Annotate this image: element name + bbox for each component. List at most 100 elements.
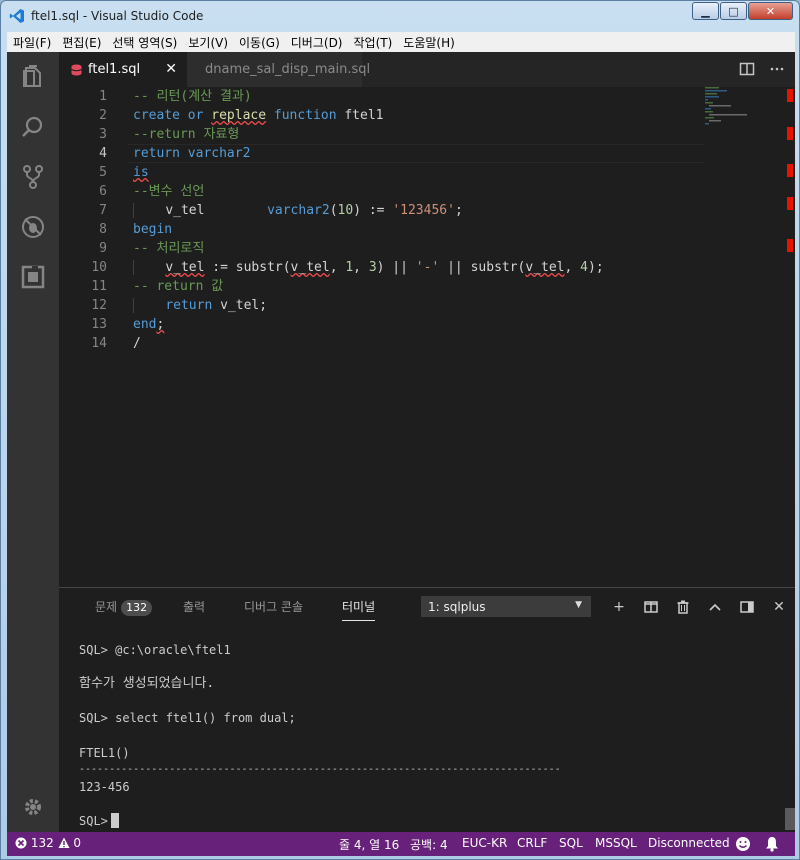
kill-terminal-trash-icon[interactable]	[667, 597, 699, 617]
more-actions-icon[interactable]	[769, 61, 785, 77]
new-terminal-icon[interactable]: +	[603, 597, 635, 617]
overview-ruler	[787, 89, 793, 252]
terminal-prompt: SQL>	[79, 814, 108, 828]
menu-bar: 파일(F) 편집(E) 선택 영역(S) 보기(V) 이동(G) 디버그(D) …	[7, 32, 795, 52]
tab-terminal[interactable]: 터미널	[342, 598, 376, 621]
problems-status[interactable]: 132 0	[15, 836, 81, 850]
encoding-status[interactable]: EUC-KR	[462, 836, 507, 850]
notifications-bell-icon[interactable]	[765, 836, 779, 852]
code-token: is	[133, 165, 149, 180]
close-panel-icon[interactable]: ✕	[763, 597, 795, 617]
window-title: ftel1.sql - Visual Studio Code	[31, 9, 204, 23]
line-number: 4	[99, 146, 107, 161]
indentation-status[interactable]: 공백: 4	[410, 836, 448, 853]
terminal-scrollbar[interactable]	[785, 808, 795, 830]
code-editor[interactable]: 1 -- 리턴(계산 결과) 2 create or replace functio…	[59, 87, 795, 587]
code-token: 10	[337, 203, 354, 218]
code-line: 12 return v_tel;	[59, 296, 709, 315]
debug-icon[interactable]	[20, 214, 46, 240]
menu-debug[interactable]: 디버그(D)	[291, 34, 343, 51]
maximize-panel-chevron-up-icon[interactable]	[699, 597, 731, 617]
terminal-prompt-line: SQL>	[79, 813, 119, 829]
feedback-smiley-icon[interactable]	[735, 836, 751, 852]
code-token: ,	[564, 260, 581, 275]
terminal-line: ----------------------------------------…	[79, 764, 561, 775]
activity-bar	[7, 52, 59, 832]
source-control-icon[interactable]	[20, 164, 46, 190]
warning-icon	[58, 837, 70, 848]
code-token: end	[133, 317, 157, 332]
line-number: 11	[91, 279, 107, 294]
code-line: 10 v_tel := substr(v_tel, 1, 3) || '-' |…	[59, 258, 709, 277]
menu-go[interactable]: 이동(G)	[239, 34, 280, 51]
code-token: or	[187, 108, 204, 123]
code-token: v_tel	[525, 260, 565, 275]
eol-status[interactable]: CRLF	[517, 836, 547, 850]
workbench: ftel1.sql ✕ dname_sal_disp_main.sql 1 -- …	[7, 52, 795, 856]
maximize-button[interactable]: □	[720, 2, 747, 20]
terminal-line: SQL> @c:\oracle\ftel1	[79, 643, 231, 657]
database-file-icon	[71, 64, 82, 75]
tab-close-icon[interactable]: ✕	[165, 61, 177, 77]
code-line: 3 --return 자료형	[59, 125, 709, 144]
tab-output[interactable]: 출력	[183, 598, 205, 615]
menu-edit[interactable]: 편집(E)	[62, 34, 101, 51]
code-token: '123456'	[392, 203, 455, 218]
menu-view[interactable]: 보기(V)	[188, 34, 228, 51]
title-bar: ftel1.sql - Visual Studio Code ▁ □ ✕	[1, 1, 799, 31]
code-token: ,	[353, 260, 369, 275]
vscode-logo-icon	[9, 9, 24, 23]
code-token: '-'	[415, 260, 440, 275]
tab-debug-console[interactable]: 디버그 콘솔	[244, 598, 303, 615]
connection-type[interactable]: MSSQL	[595, 836, 637, 850]
menu-tasks[interactable]: 작업(T)	[354, 34, 393, 51]
settings-gear-icon[interactable]	[20, 794, 46, 820]
code-line: 6 --변수 선언	[59, 182, 709, 201]
line-number: 10	[91, 260, 107, 275]
code-line: 5 is	[59, 163, 709, 182]
search-icon[interactable]	[20, 114, 46, 140]
line-number: 3	[99, 127, 107, 142]
split-terminal-icon[interactable]	[635, 597, 667, 617]
tab-problems-label: 문제	[95, 600, 118, 614]
code-line: 9 -- 처리로직	[59, 239, 709, 258]
menu-selection[interactable]: 선택 영역(S)	[112, 34, 177, 51]
code-line: 14 /	[59, 334, 709, 353]
code-token: -- 처리로직	[133, 241, 205, 256]
tab-dname-sal-disp-main-sql[interactable]: dname_sal_disp_main.sql	[187, 52, 370, 87]
minimize-button[interactable]: ▁	[692, 2, 719, 20]
minimap[interactable]	[705, 87, 765, 127]
menu-file[interactable]: 파일(F)	[13, 34, 51, 51]
code-line: 8 begin	[59, 220, 709, 239]
line-number: 7	[99, 203, 107, 218]
line-number: 14	[91, 336, 107, 351]
cursor-position[interactable]: 줄 4, 열 16	[339, 836, 399, 853]
language-mode[interactable]: SQL	[559, 836, 583, 850]
close-window-button[interactable]: ✕	[748, 2, 793, 20]
extensions-icon[interactable]	[20, 264, 46, 290]
line-number: 13	[91, 317, 107, 332]
line-number: 9	[99, 241, 107, 256]
code-token: /	[133, 336, 141, 351]
code-token: );	[588, 260, 604, 275]
tab-label: dname_sal_disp_main.sql	[205, 62, 371, 77]
code-token: function	[273, 108, 337, 123]
connection-status[interactable]: Disconnected	[648, 836, 730, 850]
split-editor-icon[interactable]	[739, 61, 755, 77]
explorer-icon[interactable]	[20, 64, 46, 90]
terminal-select[interactable]: 1: sqlplus ▼	[421, 596, 591, 617]
tab-ftel1-sql[interactable]: ftel1.sql ✕	[59, 52, 187, 87]
menu-help[interactable]: 도움말(H)	[403, 34, 455, 51]
terminal-cursor	[110, 813, 119, 828]
code-line: 4 return varchar2	[59, 144, 709, 163]
error-icon	[15, 837, 27, 849]
code-line: 13 end;	[59, 315, 709, 334]
code-token: 1	[345, 260, 354, 275]
problems-count-badge: 132	[121, 600, 153, 616]
toggle-panel-layout-icon[interactable]	[731, 597, 763, 617]
code-token: --return 자료형	[133, 127, 240, 142]
editor-tabs: ftel1.sql ✕ dname_sal_disp_main.sql	[59, 52, 795, 87]
vscode-window: ftel1.sql - Visual Studio Code ▁ □ ✕ 파일(…	[0, 0, 800, 860]
tab-problems[interactable]: 문제 132	[95, 598, 153, 616]
